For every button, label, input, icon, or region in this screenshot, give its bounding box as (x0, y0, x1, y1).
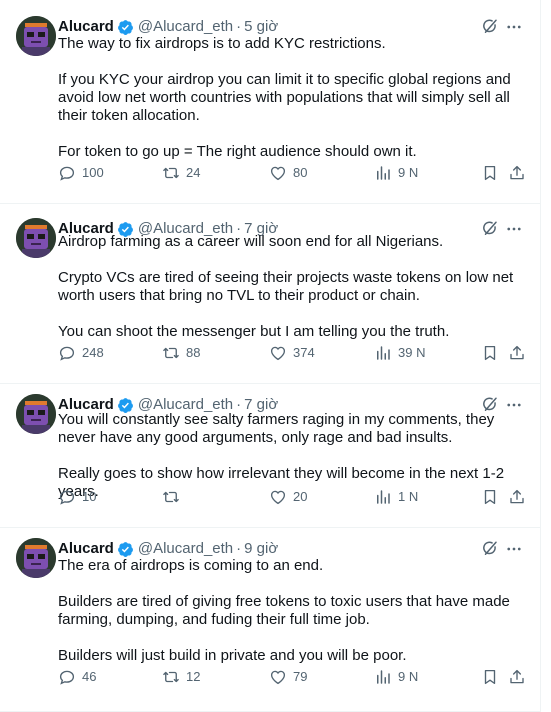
author-name[interactable]: Alucard (58, 17, 114, 37)
tweet-text: The way to fix airdrops is to add KYC re… (58, 35, 511, 160)
author-handle[interactable]: @Alucard_eth (138, 539, 233, 559)
views-button[interactable]: 9 N (374, 667, 418, 687)
more-icon[interactable] (505, 540, 523, 558)
avatar[interactable] (16, 538, 56, 578)
bookmark-icon (484, 489, 496, 505)
tweet[interactable]: Alucard @Alucard_eth · 5 giờ The way to … (0, 0, 541, 204)
reply-count: 248 (82, 345, 104, 360)
retweet-icon (163, 167, 179, 179)
share-button[interactable] (508, 487, 526, 507)
tweet-actions: 248 88 374 39 N (58, 343, 528, 363)
like-icon (270, 670, 286, 685)
like-count: 20 (293, 489, 308, 504)
retweet-count: 24 (186, 165, 201, 180)
avatar-image (16, 218, 56, 258)
views-button[interactable]: 9 N (374, 163, 418, 183)
grok-icon[interactable] (481, 18, 499, 36)
views-count: 9 N (398, 669, 419, 684)
share-icon (510, 345, 524, 360)
retweet-icon (163, 671, 179, 683)
like-button[interactable]: 374 (269, 343, 315, 363)
share-button[interactable] (508, 667, 526, 687)
tweet[interactable]: Alucard @Alucard_eth · 9 giờ The era of … (0, 528, 541, 712)
reply-button[interactable]: 100 (58, 163, 104, 183)
verified-badge-icon (117, 19, 133, 35)
more-icon[interactable] (505, 18, 523, 36)
views-count: 9 N (398, 165, 419, 180)
reply-icon (59, 670, 75, 685)
verified-badge-icon (117, 541, 133, 557)
tweet-actions: 10 20 1 N (58, 487, 528, 507)
retweet-button[interactable] (162, 487, 186, 507)
share-icon (510, 669, 524, 684)
avatar-image (16, 538, 56, 578)
reply-button[interactable]: 248 (58, 343, 104, 363)
tweet-actions: 100 24 80 9 N (58, 163, 528, 183)
separator-dot: · (236, 18, 242, 35)
reply-button[interactable]: 10 (58, 487, 96, 507)
tweet[interactable]: Alucard @Alucard_eth · 7 giờ Airdrop far… (0, 204, 541, 384)
views-icon (377, 670, 390, 684)
tweet-text: The era of airdrops is coming to an end.… (58, 557, 510, 664)
bookmark-icon (484, 345, 496, 361)
share-icon (510, 165, 524, 180)
bookmark-button[interactable] (481, 667, 499, 687)
avatar[interactable] (16, 16, 56, 56)
retweet-button[interactable]: 24 (162, 163, 200, 183)
retweet-count: 12 (186, 669, 201, 684)
tweet-header: Alucard @Alucard_eth · 5 giờ (58, 17, 278, 37)
like-button[interactable]: 79 (269, 667, 307, 687)
like-button[interactable]: 80 (269, 163, 307, 183)
views-icon (377, 346, 390, 360)
timestamp[interactable]: 5 giờ (244, 17, 278, 37)
grok-icon[interactable] (481, 540, 499, 558)
avatar-image (16, 16, 56, 56)
like-count: 374 (293, 345, 315, 360)
avatar[interactable] (16, 218, 56, 258)
reply-icon (59, 490, 75, 505)
bookmark-button[interactable] (481, 487, 499, 507)
reply-count: 10 (82, 489, 97, 504)
like-count: 80 (293, 165, 308, 180)
views-button[interactable]: 1 N (374, 487, 418, 507)
views-icon (377, 166, 390, 180)
share-button[interactable] (508, 343, 526, 363)
reply-count: 100 (82, 165, 104, 180)
retweet-count: 88 (186, 345, 201, 360)
like-icon (270, 166, 286, 181)
share-icon (510, 489, 524, 504)
retweet-button[interactable]: 12 (162, 667, 200, 687)
author-name[interactable]: Alucard (58, 539, 114, 559)
tweet[interactable]: Alucard @Alucard_eth · 7 giờ You will co… (0, 384, 541, 528)
bookmark-icon (484, 669, 496, 685)
bookmark-button[interactable] (481, 343, 499, 363)
tweet-text: Airdrop farming as a career will soon en… (58, 233, 514, 340)
bookmark-button[interactable] (481, 163, 499, 183)
views-count: 39 N (398, 345, 426, 360)
views-button[interactable]: 39 N (374, 343, 425, 363)
author-handle[interactable]: @Alucard_eth (138, 17, 233, 37)
reply-button[interactable]: 46 (58, 667, 96, 687)
avatar-image (16, 394, 56, 434)
reply-icon (59, 166, 75, 181)
reply-icon (59, 346, 75, 361)
share-button[interactable] (508, 163, 526, 183)
tweet-header: Alucard @Alucard_eth · 9 giờ (58, 539, 278, 559)
reply-count: 46 (82, 669, 97, 684)
bookmark-icon (484, 165, 496, 181)
tweet-actions: 46 12 79 9 N (58, 667, 528, 687)
like-button[interactable]: 20 (269, 487, 307, 507)
retweet-icon (163, 491, 179, 503)
like-count: 79 (293, 669, 308, 684)
separator-dot: · (236, 540, 242, 557)
views-count: 1 N (398, 489, 419, 504)
like-icon (270, 490, 286, 505)
avatar[interactable] (16, 394, 56, 434)
retweet-button[interactable]: 88 (162, 343, 200, 363)
views-icon (377, 490, 390, 504)
retweet-icon (163, 347, 179, 359)
like-icon (270, 346, 286, 361)
timestamp[interactable]: 9 giờ (244, 539, 278, 559)
